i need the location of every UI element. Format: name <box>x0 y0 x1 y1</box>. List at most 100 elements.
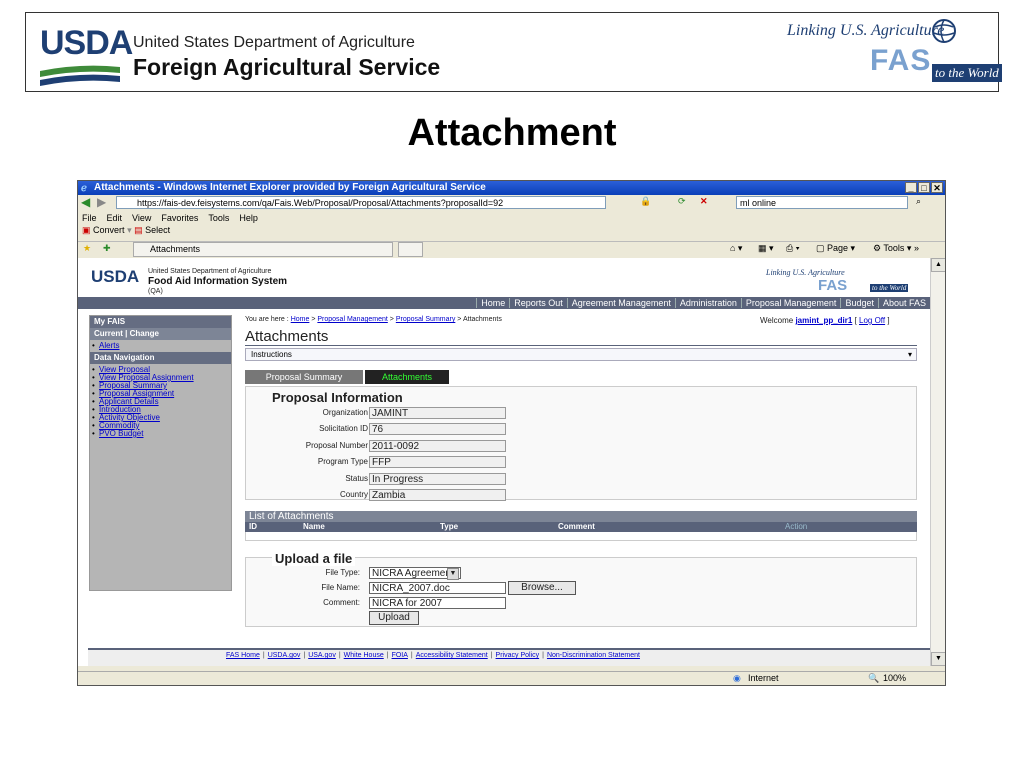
upload-button[interactable]: Upload <box>369 611 419 625</box>
chevron-down-icon[interactable]: ▾ <box>908 349 912 360</box>
page-menu[interactable]: ▢ Page ▾ <box>816 243 855 254</box>
footer-link-accessibility[interactable]: Accessibility Statement <box>416 652 488 659</box>
file-type-label: File Type: <box>325 568 360 577</box>
scroll-down-icon[interactable]: ▼ <box>931 652 945 666</box>
lock-icon[interactable]: 🔒 <box>640 196 651 207</box>
attachments-table-header: ID Name Type Comment Action <box>245 522 917 532</box>
home-icon[interactable]: ⌂ ▾ <box>730 243 742 254</box>
file-name-label: File Name: <box>321 583 360 592</box>
status-zone: Internet <box>748 673 779 683</box>
feeds-icon[interactable]: ▦ ▾ <box>758 243 774 254</box>
footer-link-usa[interactable]: USA.gov <box>308 652 336 659</box>
convert-button[interactable]: Convert <box>93 225 125 235</box>
column-type: Type <box>440 522 459 531</box>
username-link[interactable]: jamint_pp_dir1 <box>795 316 852 325</box>
breadcrumb-home[interactable]: Home <box>291 316 310 323</box>
instructions-panel[interactable]: Instructions ▾ <box>245 348 917 361</box>
footer-link-white-house[interactable]: White House <box>344 652 384 659</box>
column-id: ID <box>249 522 257 531</box>
program-type-field: FFP <box>369 456 506 468</box>
column-action: Action <box>785 522 808 531</box>
solicitation-id-label: Solicitation ID <box>319 424 368 433</box>
browse-button[interactable]: Browse... <box>508 581 576 595</box>
slide-tagline-world: to the World <box>932 64 1002 82</box>
sidebar-current-change[interactable]: Current | Change <box>90 328 231 340</box>
favorites-star-icon[interactable]: ★ <box>83 243 91 254</box>
menu-edit[interactable]: Edit <box>107 213 123 224</box>
zoom-level[interactable]: 100% <box>883 673 906 683</box>
breadcrumb-separator: > <box>457 316 462 323</box>
web-page: USDA United States Department of Agricul… <box>78 258 930 666</box>
minimize-button[interactable]: _ <box>905 182 917 193</box>
breadcrumb-separator: > <box>311 316 316 323</box>
menu-bar: File Edit View Favorites Tools Help <box>78 213 258 224</box>
footer-links: FAS Home | USDA.gov | USA.gov | White House | FO… <box>226 652 640 659</box>
column-comment: Comment <box>558 522 595 531</box>
menu-tools[interactable]: Tools <box>208 213 229 224</box>
stop-icon[interactable]: ✕ <box>700 196 708 207</box>
proposal-number-label: Proposal Number <box>305 441 368 450</box>
footer-link-fas-home[interactable]: FAS Home <box>226 652 260 659</box>
nav-proposal-management[interactable]: Proposal Management <box>740 298 841 308</box>
pdf-toolbar: ▣ Convert ▾ ▤ Select <box>82 225 171 235</box>
scroll-up-icon[interactable]: ▲ <box>931 258 945 272</box>
solicitation-id-field: 76 <box>369 423 506 435</box>
nav-about-fas[interactable]: About FAS <box>877 298 930 308</box>
file-name-input[interactable]: NICRA_2007.doc <box>369 582 506 594</box>
breadcrumb-proposal-management[interactable]: Proposal Management <box>317 316 387 323</box>
country-field: Zambia <box>369 489 506 501</box>
print-icon[interactable]: ⎙ ▾ <box>786 243 799 254</box>
sidebar-item-pvo-budget[interactable]: PVO Budget <box>90 430 231 439</box>
window-title: Attachments - Windows Internet Explorer … <box>94 182 486 193</box>
refresh-icon[interactable]: ⟳ <box>678 196 686 207</box>
forward-icon[interactable]: ▶ <box>97 195 106 209</box>
footer-link-foia[interactable]: FOIA <box>392 652 408 659</box>
browser-tab[interactable]: Attachments <box>133 242 393 257</box>
app-fas-logo: FAS <box>818 277 848 294</box>
footer-link-non-discrimination[interactable]: Non-Discrimination Statement <box>547 652 640 659</box>
back-icon[interactable]: ◀ <box>81 195 90 209</box>
file-type-select[interactable]: NICRA Agreement ▼ <box>369 567 461 580</box>
menu-help[interactable]: Help <box>239 213 258 224</box>
close-button[interactable]: ✕ <box>931 182 943 193</box>
page-title: Attachments <box>245 328 329 345</box>
nav-budget[interactable]: Budget <box>840 298 878 308</box>
tools-menu[interactable]: ⚙ Tools ▾ » <box>873 243 919 254</box>
logoff-link[interactable]: Log Off <box>859 316 885 325</box>
tab-proposal-summary[interactable]: Proposal Summary <box>245 370 363 384</box>
zoom-icon[interactable]: 🔍 <box>868 673 879 684</box>
convert-icon: ▣ <box>82 225 91 235</box>
program-type-label: Program Type <box>317 457 368 466</box>
ie-icon: ℯ <box>81 183 87 194</box>
tab-attachments[interactable]: Attachments <box>365 370 449 384</box>
app-tagline-world: to the World <box>870 284 909 292</box>
dropdown-arrow-icon[interactable]: ▼ <box>447 568 459 580</box>
sidebar-data-navigation: Data Navigation <box>90 352 231 364</box>
nav-administration[interactable]: Administration <box>674 298 741 308</box>
menu-file[interactable]: File <box>82 213 97 224</box>
file-type-value: NICRA Agreement <box>372 568 454 579</box>
sidebar-item-alerts[interactable]: Alerts <box>90 342 231 351</box>
vertical-scrollbar[interactable]: ▲ ▼ <box>930 258 945 666</box>
usda-logo-text: USDA <box>40 24 133 62</box>
slide-dept-name: United States Department of Agriculture <box>133 34 415 51</box>
title-divider <box>245 345 917 346</box>
breadcrumb-proposal-summary[interactable]: Proposal Summary <box>396 316 456 323</box>
menu-view[interactable]: View <box>132 213 151 224</box>
nav-agreement-management[interactable]: Agreement Management <box>566 298 675 308</box>
breadcrumb-current: Attachments <box>462 316 502 323</box>
comment-input[interactable]: NICRA for 2007 <box>369 597 506 609</box>
select-button[interactable]: Select <box>145 225 170 235</box>
add-favorites-icon[interactable]: ✚ <box>103 243 111 254</box>
search-input[interactable]: ml online <box>736 196 908 209</box>
app-system-name: Food Aid Information System <box>148 276 288 287</box>
menu-favorites[interactable]: Favorites <box>161 213 198 224</box>
address-bar[interactable]: https://fais-dev.feisystems.com/qa/Fais.… <box>116 196 606 209</box>
footer-link-privacy[interactable]: Privacy Policy <box>496 652 540 659</box>
nav-reports-out[interactable]: Reports Out <box>509 298 567 308</box>
maximize-button[interactable]: □ <box>918 182 930 193</box>
search-icon[interactable]: ⌕ <box>916 196 921 207</box>
footer-link-usda[interactable]: USDA.gov <box>268 652 301 659</box>
nav-home[interactable]: Home <box>476 298 510 308</box>
new-tab-button[interactable] <box>398 242 423 257</box>
